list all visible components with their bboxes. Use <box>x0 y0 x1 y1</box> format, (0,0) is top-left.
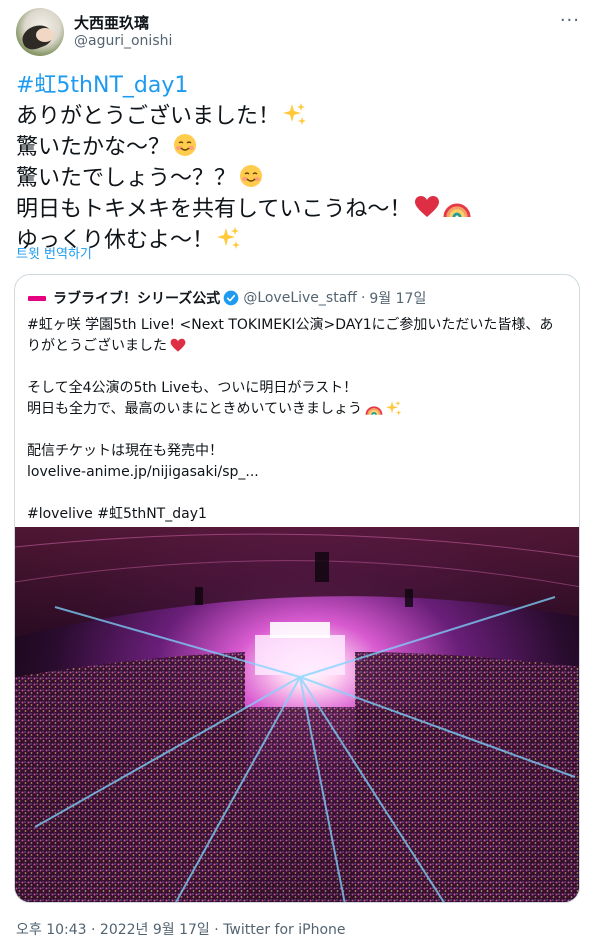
sparkles-icon <box>386 400 402 416</box>
red-heart-icon <box>170 338 186 352</box>
smiling-face-icon <box>240 165 263 187</box>
sparkles-icon <box>283 103 307 125</box>
tweet-line: 驚いたでしょう～？？ <box>16 163 582 194</box>
concert-arena-photo[interactable] <box>15 527 580 903</box>
quoted-link[interactable]: lovelive-anime.jp/nijigasaki/sp_... <box>27 462 567 483</box>
tweet-line: ありがとうございました！ <box>16 101 582 132</box>
quoted-line: 配信チケットは現在も発売中！ <box>27 443 223 459</box>
red-heart-icon <box>415 196 440 217</box>
quoted-line: 明日も全力で、最高のいまにときめいていきましょう <box>27 399 567 420</box>
author-display-name[interactable]: 大西亜玖璃 <box>74 12 149 33</box>
verified-badge-icon <box>223 290 239 306</box>
quoted-line: りがとうございました <box>27 336 567 357</box>
quoted-author-name[interactable]: ラブライブ！シリーズ公式 <box>53 288 220 308</box>
quoted-line: そして全4公演の5th Liveも、ついに明日がラスト！ <box>27 380 358 396</box>
avatar[interactable] <box>16 8 64 56</box>
tweet-header: 大西亜玖璃 @aguri_onishi ··· <box>16 8 582 60</box>
translate-tweet-link[interactable]: 트윗 번역하기 <box>16 243 92 262</box>
rainbow-icon <box>365 406 383 415</box>
tweet-source[interactable]: Twitter for iPhone <box>223 922 345 938</box>
separator-dot: · <box>360 290 366 306</box>
tweet-line-text: 驚いたでしょう～？？ <box>16 166 237 191</box>
quoted-avatar[interactable] <box>27 288 47 308</box>
rainbow-icon <box>443 203 471 218</box>
hashtag-link[interactable]: #虹5thNT_day1 <box>16 70 582 101</box>
quoted-date[interactable]: 9월 17일 <box>369 288 426 308</box>
separator-dot: · <box>86 922 100 938</box>
quoted-blank-line <box>27 357 567 378</box>
tweet-line: ゆっくり休むよ～！ <box>16 225 582 256</box>
tweet-line: 明日もトキメキを共有していこうね～！ <box>16 194 582 225</box>
sparkles-icon <box>217 227 241 249</box>
quoted-author-handle[interactable]: @LoveLive_staff <box>243 290 357 306</box>
separator-dot: · <box>209 922 224 938</box>
quoted-line: #虹ヶ咲 学園5th Live! <Next TOKIMEKI公演>DAY1にご… <box>27 317 554 333</box>
tweet-date[interactable]: 2022년 9월 17일 <box>100 922 210 938</box>
author-handle[interactable]: @aguri_onishi <box>74 33 172 49</box>
quoted-tweet-header: ラブライブ！シリーズ公式 @LoveLive_staff · 9월 17일 <box>27 288 426 308</box>
tweet-line-text: 驚いたかな～？ <box>16 135 171 160</box>
quoted-tweet[interactable]: ラブライブ！シリーズ公式 @LoveLive_staff · 9월 17일 #虹… <box>14 274 580 903</box>
quoted-line-text: りがとうございました <box>27 338 167 354</box>
tweet-line-text: 明日もトキメキを共有していこうね～！ <box>16 197 412 222</box>
quoted-line-text: 明日も全力で、最高のいまにときめいていきましょう <box>27 401 363 417</box>
quoted-blank-line <box>27 420 567 441</box>
tweet-footer: 오후 10:43 · 2022년 9월 17일 · Twitter for iP… <box>16 919 346 939</box>
tweet-line: 驚いたかな～？ <box>16 132 582 163</box>
avatar-face <box>36 28 54 42</box>
tweet-time[interactable]: 오후 10:43 <box>16 922 87 938</box>
tweet-text: #虹5thNT_day1 ありがとうございました！ 驚いたかな～？ 驚いたでしょ… <box>16 70 582 256</box>
quoted-blank-line <box>27 483 567 504</box>
tweet-line-text: ありがとうございました！ <box>16 104 281 129</box>
quoted-tweet-text: #虹ヶ咲 学園5th Live! <Next TOKIMEKI公演>DAY1にご… <box>27 315 567 525</box>
more-horizontal-icon[interactable]: ··· <box>560 12 580 30</box>
smiling-face-icon <box>174 134 197 156</box>
quoted-hashtags[interactable]: #lovelive #虹5thNT_day1 <box>27 504 567 525</box>
